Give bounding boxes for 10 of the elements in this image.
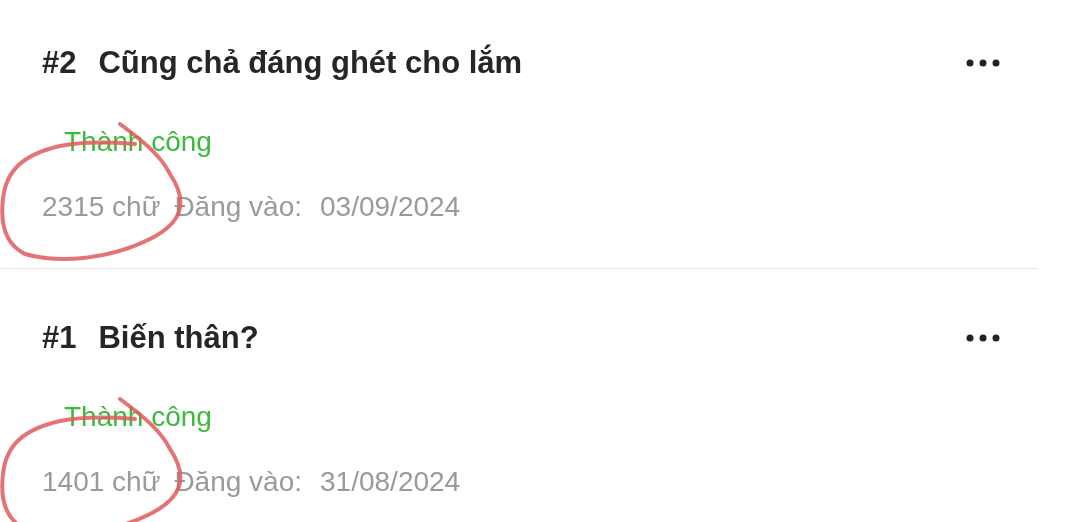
word-count: 1401 chữ <box>42 465 161 499</box>
post-title[interactable]: Cũng chả đáng ghét cho lắm <box>98 45 523 81</box>
post-date: 31/08/2024 <box>320 465 461 499</box>
post-number: #2 <box>42 45 77 81</box>
more-icon[interactable] <box>966 334 1000 342</box>
word-count: 2315 chữ <box>42 190 161 224</box>
post-date: 03/09/2024 <box>320 190 461 224</box>
more-icon[interactable] <box>966 59 1000 67</box>
post-number: #1 <box>42 320 77 356</box>
post-title[interactable]: Biến thân? <box>98 320 259 356</box>
